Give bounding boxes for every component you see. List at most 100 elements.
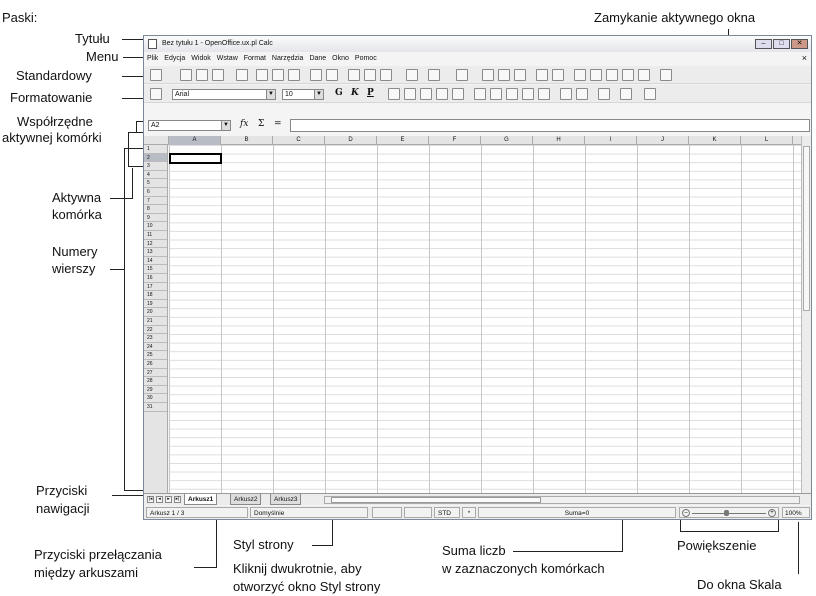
row-header[interactable]: 28 xyxy=(144,377,167,386)
row-header[interactable]: 1 xyxy=(144,145,167,154)
column-header-l[interactable]: L xyxy=(741,136,793,145)
row-header[interactable]: 5 xyxy=(144,179,167,188)
sort-ascending-icon[interactable] xyxy=(498,69,510,81)
row-header[interactable]: 21 xyxy=(144,317,167,326)
row-header[interactable]: 3 xyxy=(144,162,167,171)
prev-sheet-icon[interactable]: ◂ xyxy=(156,496,163,503)
autospell-icon[interactable] xyxy=(326,69,338,81)
row-header[interactable]: 8 xyxy=(144,205,167,214)
menu-format[interactable]: Format xyxy=(244,52,266,65)
cell-grid[interactable] xyxy=(169,145,801,493)
column-header-g[interactable]: G xyxy=(481,136,533,145)
column-header-e[interactable]: E xyxy=(377,136,429,145)
name-box[interactable]: A2 ▼ xyxy=(148,120,231,131)
sum-icon[interactable]: Σ xyxy=(258,119,264,129)
zoom-in-icon[interactable]: + xyxy=(768,509,776,517)
column-header-d[interactable]: D xyxy=(325,136,377,145)
row-header[interactable]: 9 xyxy=(144,214,167,223)
row-header[interactable]: 4 xyxy=(144,171,167,180)
font-color-icon[interactable] xyxy=(644,88,656,100)
row-header[interactable]: 10 xyxy=(144,222,167,231)
italic-button[interactable]: K xyxy=(351,88,359,98)
active-cell[interactable] xyxy=(169,153,222,164)
function-wizard-icon[interactable]: fx xyxy=(240,119,248,129)
undo-icon[interactable] xyxy=(428,69,440,81)
gallery-icon[interactable] xyxy=(606,69,618,81)
help-icon[interactable] xyxy=(660,69,672,81)
column-header-k[interactable]: K xyxy=(689,136,741,145)
row-header[interactable]: 7 xyxy=(144,197,167,206)
menu-widok[interactable]: Widok xyxy=(191,52,210,65)
corner-select-all[interactable] xyxy=(144,136,169,145)
next-sheet-icon[interactable]: ▸ xyxy=(165,496,172,503)
font-size-select[interactable]: 10 ▼ xyxy=(282,89,324,100)
styles-formatting-icon[interactable] xyxy=(150,88,162,100)
email-icon[interactable] xyxy=(212,69,224,81)
row-header[interactable]: 17 xyxy=(144,283,167,292)
row-header[interactable]: 13 xyxy=(144,248,167,257)
column-header-i[interactable]: I xyxy=(585,136,637,145)
print-preview-icon[interactable] xyxy=(288,69,300,81)
formula-input[interactable] xyxy=(290,119,810,132)
last-sheet-icon[interactable]: ▸| xyxy=(174,496,181,503)
column-header-h[interactable]: H xyxy=(533,136,585,145)
draw-functions-icon[interactable] xyxy=(552,69,564,81)
row-header[interactable]: 22 xyxy=(144,326,167,335)
close-window-button[interactable]: ✕ xyxy=(791,39,808,49)
row-header[interactable]: 18 xyxy=(144,291,167,300)
row-header[interactable]: 14 xyxy=(144,257,167,266)
zoom-percentage[interactable]: 100% xyxy=(782,507,810,518)
page-style[interactable]: Domyślnie xyxy=(250,507,368,518)
open-icon[interactable] xyxy=(180,69,192,81)
export-pdf-icon[interactable] xyxy=(256,69,268,81)
copy-icon[interactable] xyxy=(364,69,376,81)
scroll-thumb[interactable] xyxy=(331,497,541,503)
standard-format-icon[interactable] xyxy=(506,88,518,100)
row-header[interactable]: 16 xyxy=(144,274,167,283)
menu-narzedzia[interactable]: Narzędzia xyxy=(272,52,304,65)
borders-icon[interactable] xyxy=(598,88,610,100)
percent-format-icon[interactable] xyxy=(490,88,502,100)
row-header[interactable]: 30 xyxy=(144,394,167,403)
menu-edycja[interactable]: Edycja xyxy=(164,52,185,65)
column-header-a[interactable]: A xyxy=(169,136,221,145)
increase-indent-icon[interactable] xyxy=(576,88,588,100)
print-icon[interactable] xyxy=(272,69,284,81)
align-center-icon[interactable] xyxy=(404,88,416,100)
background-color-icon[interactable] xyxy=(620,88,632,100)
decrease-indent-icon[interactable] xyxy=(560,88,572,100)
horizontal-scrollbar[interactable] xyxy=(324,496,800,504)
zoom-out-icon[interactable]: – xyxy=(682,509,690,517)
add-decimal-icon[interactable] xyxy=(522,88,534,100)
menu-wstaw[interactable]: Wstaw xyxy=(217,52,238,65)
tab-arkusz1[interactable]: Arkusz1 xyxy=(184,494,218,505)
row-header[interactable]: 24 xyxy=(144,343,167,352)
maximize-button[interactable]: □ xyxy=(773,39,790,49)
new-document-icon[interactable] xyxy=(150,69,162,81)
merge-cells-icon[interactable] xyxy=(452,88,464,100)
tab-arkusz3[interactable]: Arkusz3 xyxy=(270,494,302,505)
menu-okno[interactable]: Okno xyxy=(332,52,349,65)
selection-mode[interactable]: STD xyxy=(434,507,460,518)
chart-icon[interactable] xyxy=(536,69,548,81)
data-sources-icon[interactable] xyxy=(622,69,634,81)
align-right-icon[interactable] xyxy=(420,88,432,100)
row-header[interactable]: 11 xyxy=(144,231,167,240)
menu-pomoc[interactable]: Pomoc xyxy=(355,52,377,65)
minimize-button[interactable]: – xyxy=(755,39,772,49)
row-header[interactable]: 29 xyxy=(144,386,167,395)
column-header-b[interactable]: B xyxy=(221,136,273,145)
spellcheck-icon[interactable] xyxy=(310,69,322,81)
row-header[interactable]: 12 xyxy=(144,240,167,249)
tab-arkusz2[interactable]: Arkusz2 xyxy=(230,494,262,505)
menu-plik[interactable]: Plik xyxy=(147,52,158,65)
menu-dane[interactable]: Dane xyxy=(309,52,326,65)
column-header-j[interactable]: J xyxy=(637,136,689,145)
row-header[interactable]: 23 xyxy=(144,334,167,343)
font-name-select[interactable]: Arial ▼ xyxy=(172,89,276,100)
hyperlink-icon[interactable] xyxy=(482,69,494,81)
scroll-thumb[interactable] xyxy=(803,146,810,311)
column-header-f[interactable]: F xyxy=(429,136,481,145)
navigator-icon[interactable] xyxy=(590,69,602,81)
zoom-icon[interactable] xyxy=(638,69,650,81)
